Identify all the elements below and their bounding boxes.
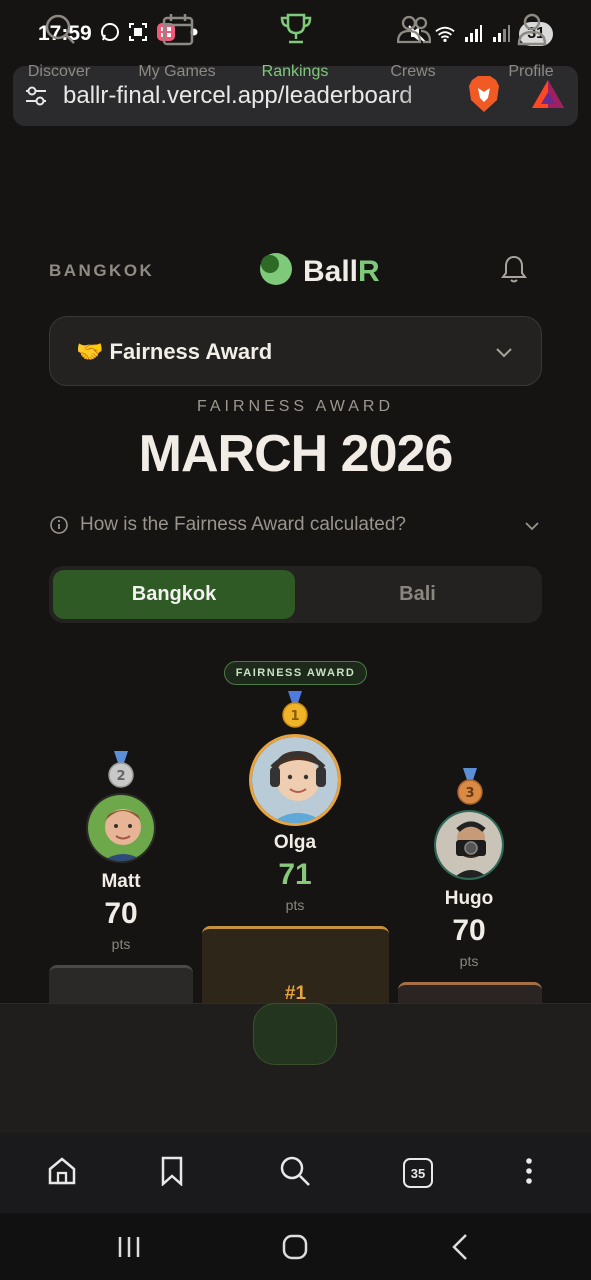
- player-name-matt: Matt: [101, 871, 141, 892]
- avatar-olga[interactable]: [249, 734, 341, 826]
- nav-label-rankings: Rankings: [261, 63, 329, 80]
- player-score-hugo: 70: [452, 914, 486, 947]
- system-nav-bar: [0, 1213, 591, 1280]
- users-icon: [396, 12, 432, 46]
- player-unit-hugo: pts: [459, 953, 479, 969]
- svg-text:1: 1: [290, 709, 299, 724]
- nav-active-pill: [253, 1003, 337, 1065]
- nav-my-games[interactable]: My Games: [118, 12, 236, 92]
- award-period: MARCH 2026: [138, 425, 454, 483]
- svg-text:2: 2: [116, 769, 125, 784]
- nav-label-discover: Discover: [27, 63, 91, 80]
- award-badge: FAIRNESS AWARD: [224, 661, 367, 685]
- award-select-label: 🤝 Fairness Award: [76, 339, 273, 364]
- player-unit-matt: pts: [111, 936, 131, 952]
- nav-crews[interactable]: Crews: [354, 12, 472, 92]
- logo-ball-icon: [259, 252, 293, 291]
- nav-discover[interactable]: Discover: [0, 12, 118, 92]
- browser-bookmark-button[interactable]: [152, 1153, 192, 1193]
- award-kicker: FAIRNESS AWARD: [196, 398, 395, 415]
- podium-block-1: #1: [202, 926, 389, 1006]
- ballr-logo[interactable]: BallR: [259, 252, 380, 291]
- player-unit-olga: pts: [285, 897, 305, 913]
- calendar-icon: [161, 12, 195, 46]
- avatar-matt[interactable]: [86, 793, 156, 863]
- more-vertical-icon: [524, 1156, 534, 1191]
- user-icon: [515, 12, 549, 46]
- browser-toolbar: 35: [0, 1133, 591, 1213]
- city-toggle: Bangkok Bali: [49, 566, 542, 623]
- podium-rank-1: #1: [284, 983, 307, 1004]
- silver-medal-icon: 2: [107, 751, 135, 789]
- player-name-hugo: Hugo: [444, 888, 494, 909]
- faq-question: How is the Fairness Award calculated?: [80, 514, 406, 535]
- chevron-down-icon: [493, 341, 515, 363]
- browser-search-button[interactable]: [275, 1153, 315, 1193]
- player-score-matt: 70: [104, 897, 138, 930]
- gold-medal-icon: 1: [281, 691, 309, 729]
- toggle-bangkok[interactable]: Bangkok: [53, 570, 295, 619]
- search-icon: [279, 1155, 311, 1192]
- player-name-olga: Olga: [273, 832, 317, 853]
- handshake-icon: 🤝: [76, 339, 104, 364]
- bookmark-icon: [159, 1156, 185, 1191]
- toggle-bali[interactable]: Bali: [297, 570, 538, 619]
- bronze-medal-icon: 3: [456, 768, 484, 806]
- bell-icon[interactable]: [500, 254, 528, 284]
- nav-profile[interactable]: Profile: [472, 12, 590, 92]
- back-icon[interactable]: [443, 1229, 479, 1265]
- browser-menu-button[interactable]: [509, 1153, 549, 1193]
- player-score-olga: 71: [278, 858, 312, 891]
- search-icon: [43, 12, 77, 46]
- home-button-icon[interactable]: [277, 1229, 313, 1265]
- info-icon: [49, 515, 69, 535]
- nav-label-profile: Profile: [508, 63, 554, 80]
- nav-rankings[interactable]: Rankings: [236, 12, 354, 92]
- svg-text:3: 3: [465, 786, 474, 801]
- award-select[interactable]: 🤝 Fairness Award: [49, 316, 542, 386]
- trophy-icon: [279, 12, 313, 46]
- home-icon: [47, 1156, 77, 1191]
- tabs-count: 35: [403, 1158, 433, 1188]
- nav-label-my-games: My Games: [138, 63, 216, 80]
- city-label: BANGKOK: [49, 261, 155, 280]
- nav-label-crews: Crews: [390, 63, 436, 80]
- recent-apps-icon[interactable]: [111, 1229, 147, 1265]
- browser-home-button[interactable]: [42, 1153, 82, 1193]
- faq-toggle[interactable]: How is the Fairness Award calculated?: [49, 512, 542, 542]
- browser-tabs-button[interactable]: 35: [398, 1153, 438, 1193]
- logo-text: BallR: [303, 254, 380, 288]
- podium-block-2: [49, 965, 193, 1005]
- chevron-down-icon: [522, 516, 542, 536]
- avatar-hugo[interactable]: [434, 810, 504, 880]
